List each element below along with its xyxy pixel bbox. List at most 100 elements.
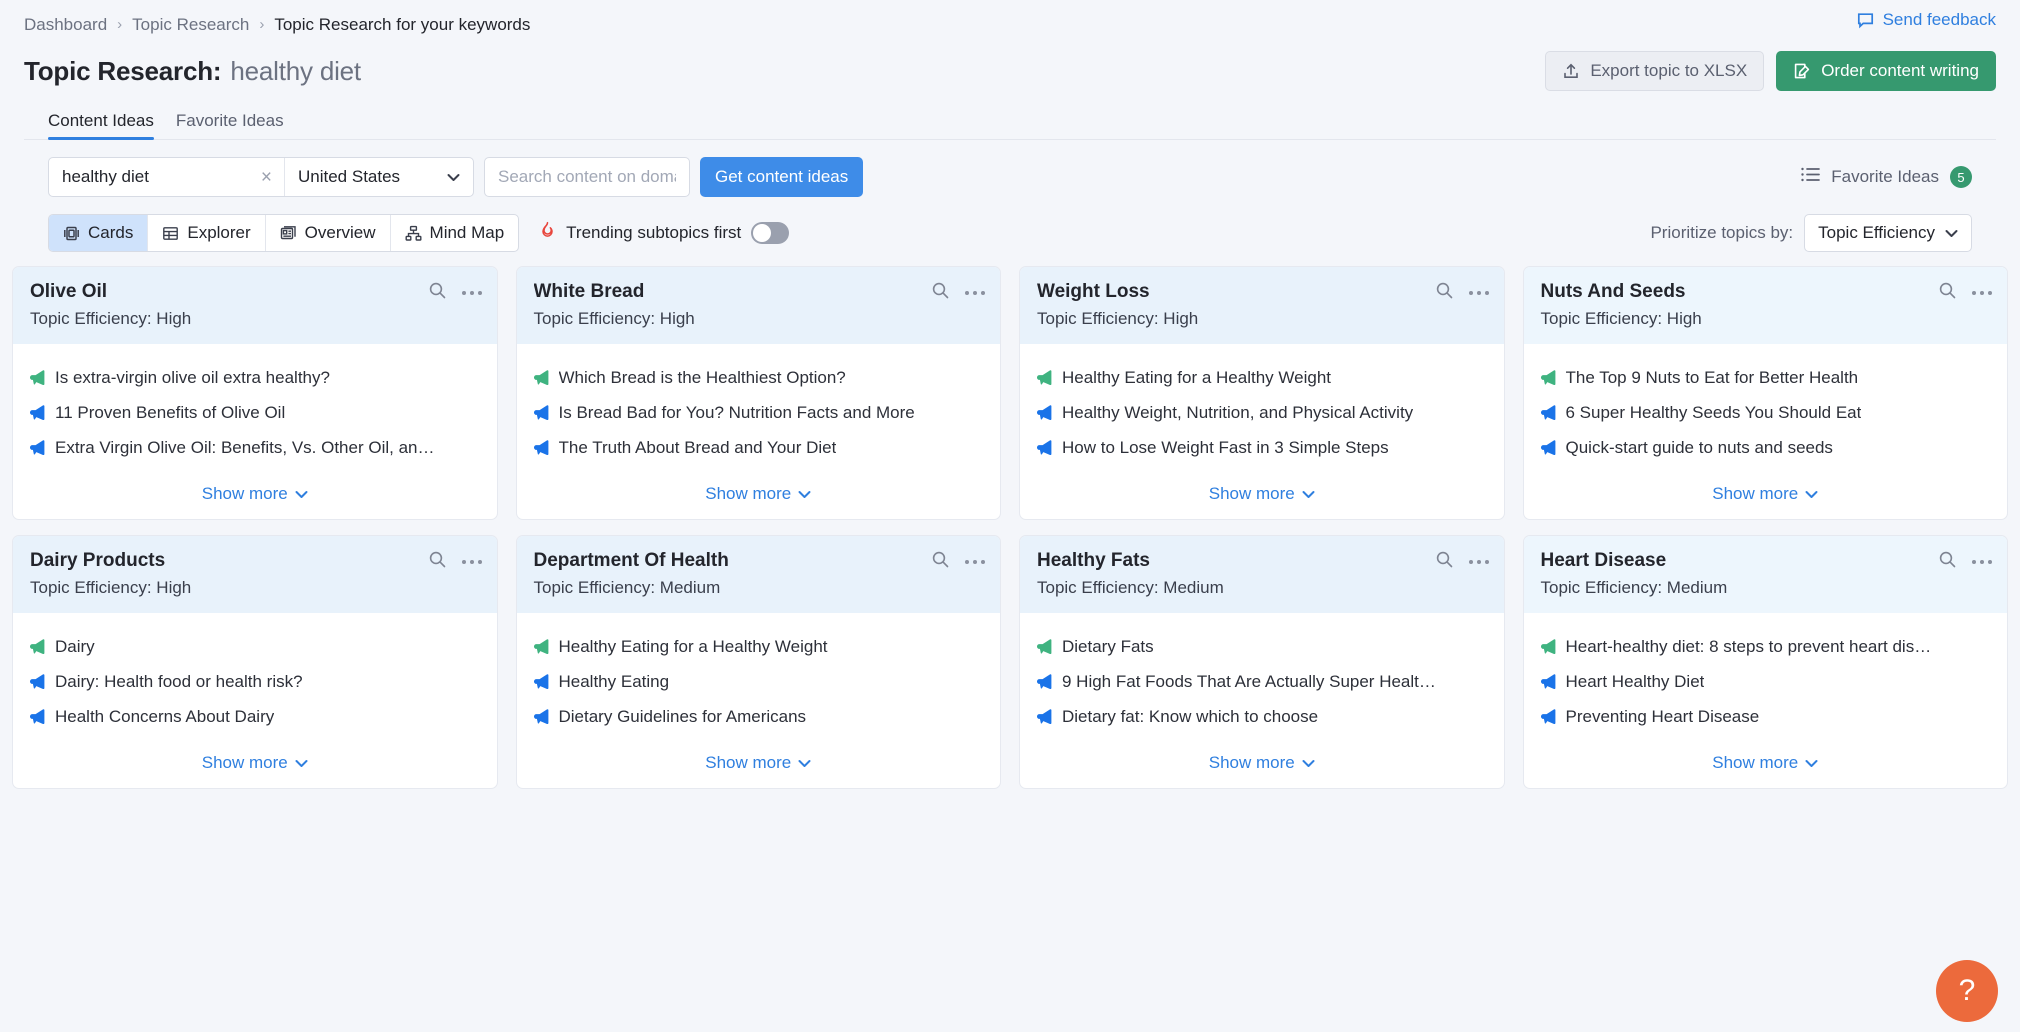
title-row: Topic Research:healthy diet Export topic… <box>24 50 1996 92</box>
more-options-icon[interactable] <box>965 291 985 295</box>
content-idea-item[interactable]: Preventing Heart Disease <box>1540 707 1992 729</box>
country-select[interactable]: United States <box>285 158 473 196</box>
megaphone-icon <box>1540 639 1557 659</box>
show-more-label: Show more <box>1209 484 1295 504</box>
search-icon[interactable] <box>931 281 950 305</box>
content-idea-item[interactable]: 9 High Fat Foods That Are Actually Super… <box>1036 672 1488 694</box>
search-icon[interactable] <box>1435 281 1454 305</box>
content-idea-item[interactable]: Dairy: Health food or health risk? <box>29 672 481 694</box>
prioritize-select[interactable]: Topic Efficiency <box>1804 214 1972 252</box>
content-idea-item[interactable]: Dietary Guidelines for Americans <box>533 707 985 729</box>
content-idea-item[interactable]: Heart Healthy Diet <box>1540 672 1992 694</box>
more-options-icon[interactable] <box>462 560 482 564</box>
breadcrumb-item-topic-research[interactable]: Topic Research <box>132 14 249 36</box>
trending-subtopics-toggle[interactable] <box>751 222 789 244</box>
show-more-button[interactable]: Show more <box>533 753 985 788</box>
favorite-ideas-button[interactable]: Favorite Ideas 5 <box>1801 166 1972 188</box>
show-more-button[interactable]: Show more <box>1036 484 1488 519</box>
topic-card-actions <box>1938 281 1992 305</box>
content-idea-item[interactable]: Is Bread Bad for You? Nutrition Facts an… <box>533 403 985 425</box>
view-mode-mind-map[interactable]: Mind Map <box>391 215 519 251</box>
topic-card: Nuts And Seeds Topic Efficiency: High The … <box>1523 266 2009 520</box>
content-idea-item[interactable]: Healthy Eating <box>533 672 985 694</box>
search-icon[interactable] <box>931 550 950 574</box>
show-more-button[interactable]: Show more <box>1540 484 1992 519</box>
export-topic-button[interactable]: Export topic to XLSX <box>1545 51 1764 91</box>
get-content-ideas-button[interactable]: Get content ideas <box>700 157 863 197</box>
tab-content-ideas[interactable]: Content Ideas <box>48 111 154 140</box>
show-more-button[interactable]: Show more <box>533 484 985 519</box>
top-bar: Dashboard › Topic Research › Topic Resea… <box>0 0 2020 254</box>
content-idea-item[interactable]: Is extra-virgin olive oil extra healthy? <box>29 368 481 390</box>
more-options-icon[interactable] <box>1972 560 1992 564</box>
keyword-input[interactable]: healthy diet × <box>49 158 285 196</box>
order-content-writing-button[interactable]: Order content writing <box>1776 51 1996 91</box>
view-mode-overview[interactable]: Overview <box>266 215 391 251</box>
search-icon[interactable] <box>1435 550 1454 574</box>
content-idea-item[interactable]: Quick-start guide to nuts and seeds <box>1540 438 1992 460</box>
search-icon[interactable] <box>428 281 447 305</box>
topic-card: Healthy FatsTopic Efficiency: MediumDiet… <box>1019 535 1505 789</box>
search-icon[interactable] <box>1938 281 1957 305</box>
show-more-button[interactable]: Show more <box>1540 753 1992 788</box>
search-icon[interactable] <box>428 550 447 574</box>
show-more-button[interactable]: Show more <box>29 484 481 519</box>
content-idea-item[interactable]: 6 Super Healthy Seeds You Should Eat <box>1540 403 1992 425</box>
more-options-icon[interactable] <box>462 291 482 295</box>
content-idea-label: Quick-start guide to nuts and seeds <box>1566 438 1833 458</box>
content-idea-label: Healthy Eating <box>559 672 670 692</box>
show-more-button[interactable]: Show more <box>29 753 481 788</box>
topic-efficiency-label: Topic Efficiency: High <box>30 578 480 598</box>
domain-search-input[interactable] <box>484 157 690 197</box>
more-options-icon[interactable] <box>1469 560 1489 564</box>
view-mode-explorer-label: Explorer <box>187 223 250 243</box>
trending-subtopics-label: Trending subtopics first <box>566 223 741 243</box>
search-icon[interactable] <box>1938 550 1957 574</box>
topic-card-title: Nuts And Seeds <box>1541 281 1991 303</box>
content-idea-item[interactable]: 11 Proven Benefits of Olive Oil <box>29 403 481 425</box>
send-feedback-button[interactable]: Send feedback <box>1857 10 1996 30</box>
help-button[interactable]: ? <box>1936 960 1998 1022</box>
content-idea-item[interactable]: Dairy <box>29 637 481 659</box>
topic-card-title: Weight Loss <box>1037 281 1487 303</box>
content-idea-item[interactable]: Dietary fat: Know which to choose <box>1036 707 1488 729</box>
topic-card-actions <box>1435 281 1489 305</box>
page-title: Topic Research:healthy diet <box>24 56 361 87</box>
topic-efficiency-label: Topic Efficiency: Medium <box>1541 578 1991 598</box>
content-idea-item[interactable]: Extra Virgin Olive Oil: Benefits, Vs. Ot… <box>29 438 481 460</box>
view-mode-cards[interactable]: Cards <box>49 215 148 251</box>
topic-card: Olive OilTopic Efficiency: HighIs extra-… <box>12 266 498 520</box>
topic-card: Dairy ProductsTopic Efficiency: HighDair… <box>12 535 498 789</box>
topic-card-header: Weight LossTopic Efficiency: High <box>1020 267 1504 344</box>
flame-icon <box>539 221 556 245</box>
topic-card-actions <box>1435 550 1489 574</box>
content-idea-item[interactable]: Health Concerns About Dairy <box>29 707 481 729</box>
content-idea-item[interactable]: Dietary Fats <box>1036 637 1488 659</box>
chevron-down-icon <box>1945 223 1958 243</box>
clear-keyword-icon[interactable]: × <box>253 168 272 187</box>
tab-favorite-ideas[interactable]: Favorite Ideas <box>176 111 284 140</box>
content-idea-label: Dietary fat: Know which to choose <box>1062 707 1318 727</box>
view-mode-explorer[interactable]: Explorer <box>148 215 265 251</box>
content-idea-item[interactable]: How to Lose Weight Fast in 3 Simple Step… <box>1036 438 1488 460</box>
content-idea-item[interactable]: Healthy Eating for a Healthy Weight <box>533 637 985 659</box>
content-idea-label: Heart Healthy Diet <box>1566 672 1705 692</box>
show-more-button[interactable]: Show more <box>1036 753 1488 788</box>
more-options-icon[interactable] <box>965 560 985 564</box>
content-idea-item[interactable]: Heart-healthy diet: 8 steps to prevent h… <box>1540 637 1992 659</box>
breadcrumb-item-dashboard[interactable]: Dashboard <box>24 14 107 36</box>
topic-card: Weight LossTopic Efficiency: High Healthy… <box>1019 266 1505 520</box>
content-idea-item[interactable]: The Top 9 Nuts to Eat for Better Health <box>1540 368 1992 390</box>
chevron-down-icon <box>447 170 460 185</box>
more-options-icon[interactable] <box>1469 291 1489 295</box>
content-idea-label: Heart-healthy diet: 8 steps to prevent h… <box>1566 637 1932 657</box>
cards-view-icon <box>63 225 80 242</box>
content-idea-item[interactable]: Which Bread is the Healthiest Option? <box>533 368 985 390</box>
more-options-icon[interactable] <box>1972 291 1992 295</box>
content-idea-label: The Truth About Bread and Your Diet <box>559 438 837 458</box>
topic-efficiency-label: Topic Efficiency: High <box>1541 309 1991 329</box>
topic-card: Heart DiseaseTopic Efficiency: MediumHea… <box>1523 535 2009 789</box>
content-idea-item[interactable]: The Truth About Bread and Your Diet <box>533 438 985 460</box>
content-idea-item[interactable]: Healthy Eating for a Healthy Weight <box>1036 368 1488 390</box>
content-idea-item[interactable]: Healthy Weight, Nutrition, and Physical … <box>1036 403 1488 425</box>
